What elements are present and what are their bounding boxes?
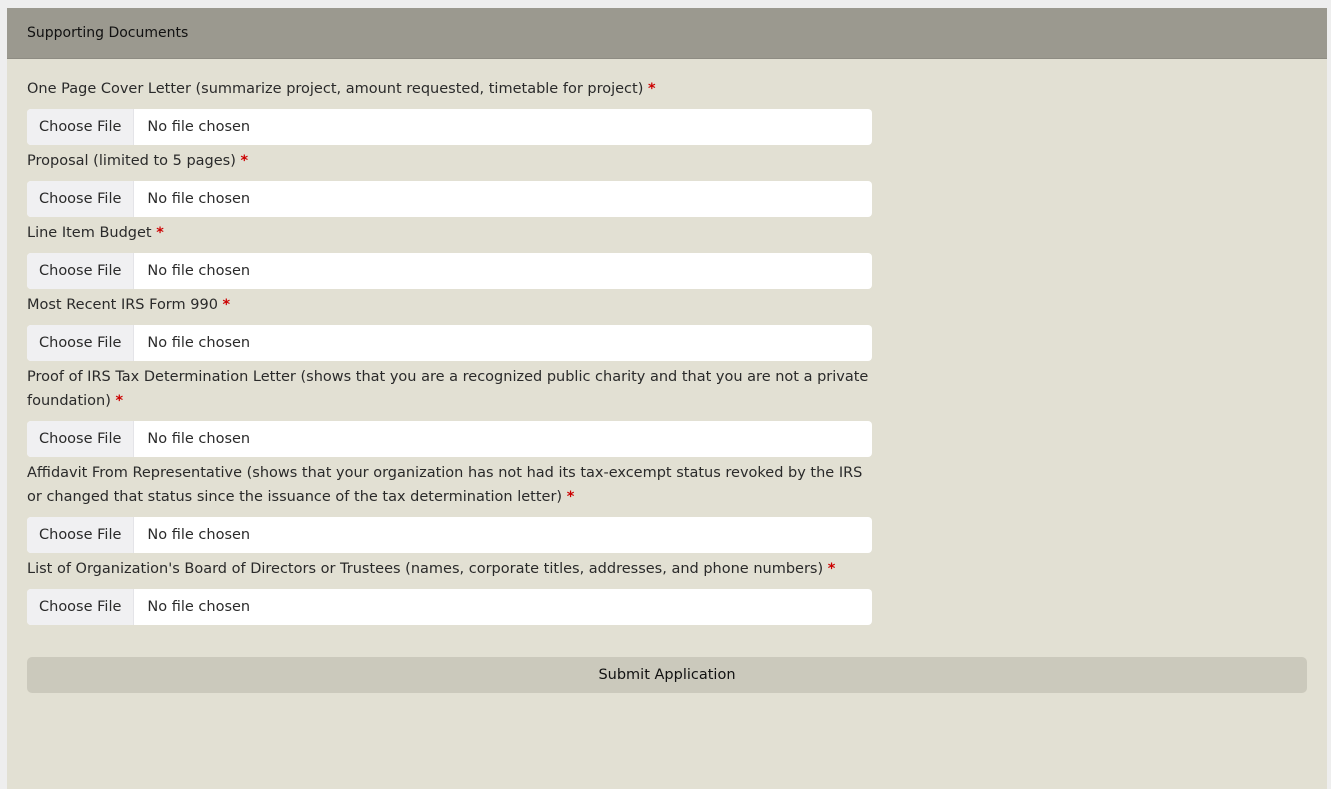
irs-form-990-file-input[interactable]: Choose File No file chosen bbox=[27, 325, 872, 361]
required-marker: * bbox=[647, 81, 656, 97]
file-status: No file chosen bbox=[147, 599, 251, 615]
required-marker: * bbox=[827, 561, 836, 577]
affidavit-label: Affidavit From Representative (shows tha… bbox=[27, 465, 863, 505]
required-marker: * bbox=[222, 297, 231, 313]
choose-file-button[interactable]: Choose File bbox=[27, 253, 135, 289]
choose-file-button[interactable]: Choose File bbox=[27, 109, 135, 145]
choose-file-button[interactable]: Choose File bbox=[27, 325, 135, 361]
choose-file-button[interactable]: Choose File bbox=[27, 589, 135, 625]
tax-determination-file-input[interactable]: Choose File No file chosen bbox=[27, 421, 872, 457]
board-list-label: List of Organization's Board of Director… bbox=[27, 561, 836, 577]
file-status: No file chosen bbox=[147, 119, 251, 135]
proposal-file-input[interactable]: Choose File No file chosen bbox=[27, 181, 872, 217]
board-list-file-input[interactable]: Choose File No file chosen bbox=[27, 589, 872, 625]
file-status: No file chosen bbox=[147, 431, 251, 447]
affidavit-file-input[interactable]: Choose File No file chosen bbox=[27, 517, 872, 553]
choose-file-button[interactable]: Choose File bbox=[27, 181, 135, 217]
choose-file-button[interactable]: Choose File bbox=[27, 517, 135, 553]
required-marker: * bbox=[156, 225, 164, 241]
cover-letter-label: One Page Cover Letter (summarize project… bbox=[27, 81, 656, 97]
irs-form-990-label: Most Recent IRS Form 990 * bbox=[27, 297, 231, 313]
file-status: No file chosen bbox=[147, 335, 251, 351]
required-marker: * bbox=[566, 489, 575, 505]
submit-application-button[interactable]: Submit Application bbox=[27, 657, 1307, 693]
tax-determination-label: Proof of IRS Tax Determination Letter (s… bbox=[27, 369, 869, 409]
section-title: Supporting Documents bbox=[27, 25, 189, 41]
required-marker: * bbox=[240, 153, 249, 169]
file-status: No file chosen bbox=[147, 191, 251, 207]
proposal-label: Proposal (limited to 5 pages) * bbox=[27, 153, 249, 169]
file-status: No file chosen bbox=[147, 263, 251, 279]
form-body: One Page Cover Letter (summarize project… bbox=[7, 77, 1327, 693]
choose-file-button[interactable]: Choose File bbox=[27, 421, 135, 457]
cover-letter-file-input[interactable]: Choose File No file chosen bbox=[27, 109, 872, 145]
required-marker: * bbox=[115, 393, 124, 409]
budget-file-input[interactable]: Choose File No file chosen bbox=[27, 253, 872, 289]
supporting-documents-panel: Supporting Documents One Page Cover Lett… bbox=[7, 8, 1327, 789]
section-header: Supporting Documents bbox=[7, 8, 1327, 59]
file-status: No file chosen bbox=[147, 527, 251, 543]
budget-label: Line Item Budget * bbox=[27, 225, 164, 241]
